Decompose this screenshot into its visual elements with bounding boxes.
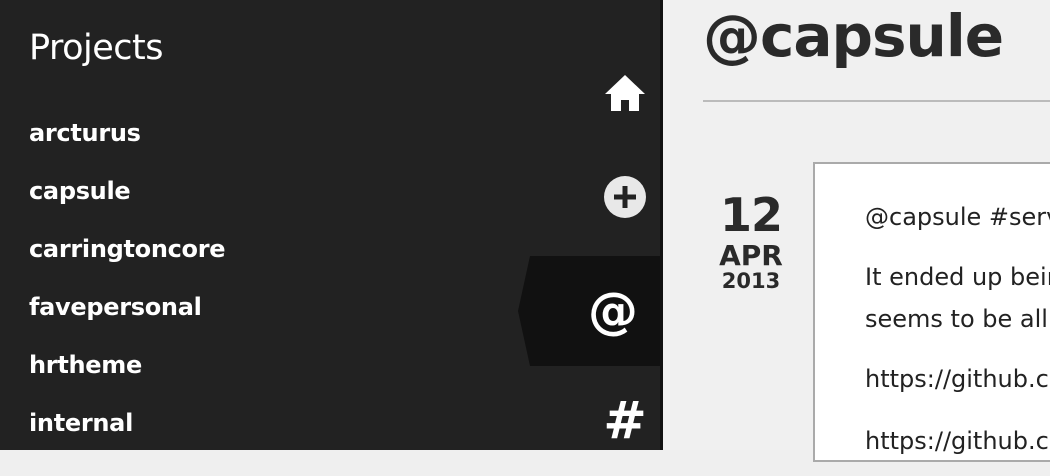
project-item-arcturus[interactable]: arcturus — [29, 112, 225, 170]
plus-circle-icon — [604, 176, 646, 218]
main-content: @capsule 12 APR 2013 @capsule #serv It e… — [663, 0, 1050, 462]
page-title: @capsule — [703, 2, 1004, 70]
home-icon — [605, 75, 645, 111]
nav-add-button[interactable] — [530, 142, 660, 252]
post-date-year: 2013 — [721, 269, 781, 293]
nav-mentions-button[interactable]: @ — [518, 256, 660, 366]
nav-home-button[interactable] — [530, 38, 660, 148]
project-item-hrtheme[interactable]: hrtheme — [29, 344, 225, 402]
at-icon: @ — [588, 282, 638, 340]
post-link-1[interactable]: https://github.c — [865, 358, 1049, 400]
nav-tags-button[interactable]: # — [530, 366, 660, 476]
title-divider — [703, 100, 1050, 102]
project-item-internal[interactable]: internal — [29, 402, 225, 460]
post-date-day: 12 — [719, 188, 783, 242]
post-line-body-2: seems to be all — [865, 305, 1048, 333]
project-item-carringtoncore[interactable]: carringtoncore — [29, 228, 226, 286]
post-date-month: APR — [719, 239, 783, 272]
post-line-body-1: It ended up bein — [865, 263, 1050, 291]
post-card: @capsule #serv It ended up bein seems to… — [813, 162, 1050, 462]
post-link-2[interactable]: https://github.c — [865, 420, 1049, 460]
post-date: 12 APR 2013 — [715, 192, 787, 292]
post-line-tags: @capsule #serv — [865, 203, 1050, 231]
hash-icon: # — [603, 391, 647, 451]
sidebar: Projects arcturus capsule carringtoncore… — [0, 0, 660, 451]
project-item-favepersonal[interactable]: favepersonal — [29, 286, 225, 344]
projects-heading: Projects — [29, 28, 163, 68]
project-item-capsule[interactable]: capsule — [29, 170, 225, 228]
project-list: arcturus capsule carringtoncore favepers… — [29, 112, 226, 460]
